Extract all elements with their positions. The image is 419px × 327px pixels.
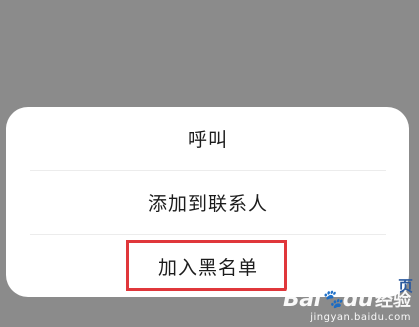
screen: 呼叫 添加到联系人 加入黑名单 页 Bai🐾du 经验 jingyan.baidu… [0,0,419,327]
paw-icon: 🐾 [320,289,343,310]
call-option[interactable]: 呼叫 [30,107,386,169]
watermark-brand: Bai🐾du [283,287,374,312]
baidu-jingyan-watermark: Bai🐾du 经验 jingyan.baidu.com [283,289,411,323]
add-to-contacts-label: 添加到联系人 [147,192,268,215]
add-to-contacts-option[interactable]: 添加到联系人 [30,171,386,233]
watermark-url: jingyan.baidu.com [310,312,411,323]
highlight-box [126,240,287,291]
watermark-secondary: 经验 [375,290,411,311]
call-option-label: 呼叫 [187,128,228,151]
